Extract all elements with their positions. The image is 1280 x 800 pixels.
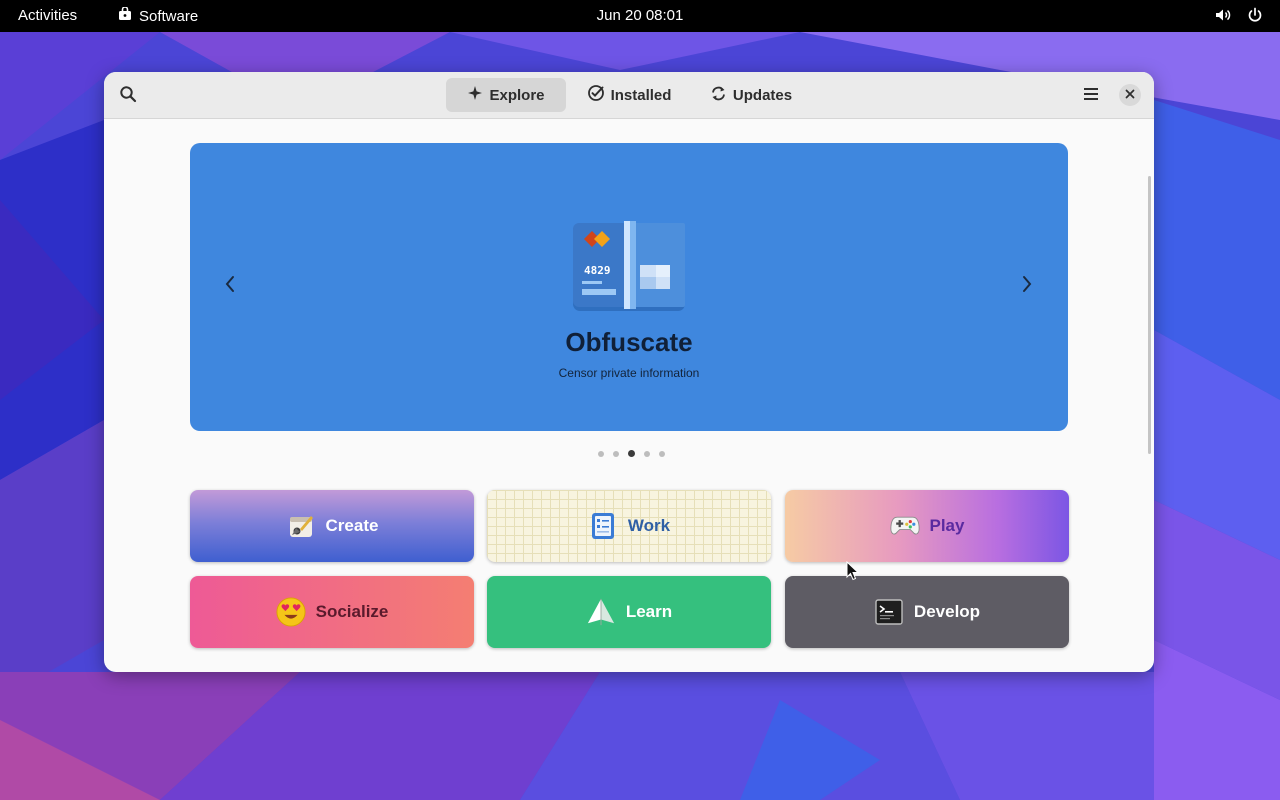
category-learn-label: Learn (625, 602, 673, 621)
sparkle-icon (467, 85, 483, 105)
carousel-dot[interactable] (598, 450, 604, 457)
create-icon (286, 511, 316, 541)
search-button[interactable] (112, 80, 144, 112)
clock-label[interactable]: Jun 20 08:01 (597, 7, 684, 24)
tab-explore-label: Explore (489, 86, 545, 104)
hamburger-menu-icon (1083, 87, 1099, 106)
chevron-left-icon (224, 275, 236, 298)
carousel-next-button[interactable] (1015, 273, 1039, 299)
close-icon (1125, 86, 1135, 104)
category-socialize[interactable]: Socialize (190, 576, 474, 648)
top-bar: Activities Software Jun 20 08:01 (0, 0, 1280, 32)
work-icon (588, 511, 618, 541)
tab-installed[interactable]: Installed (568, 78, 690, 112)
category-develop[interactable]: Develop (785, 576, 1069, 648)
category-learn[interactable]: Learn (487, 576, 771, 648)
tab-updates-label: Updates (732, 86, 793, 104)
carousel-previous-button[interactable] (218, 273, 242, 299)
featured-app-banner[interactable]: 4829 Obfuscate Censor private informatio… (190, 143, 1068, 431)
obfuscate-icon-number: 4829 (584, 264, 611, 277)
gamepad-icon (889, 511, 920, 541)
category-socialize-label: Socialize (315, 602, 389, 621)
carousel-dot[interactable] (644, 450, 650, 457)
carousel-dot-active[interactable] (628, 450, 635, 457)
explore-page: 4829 Obfuscate Censor private informatio… (104, 120, 1154, 672)
header-bar: Explore Installed Updates (104, 72, 1154, 119)
search-icon (119, 85, 137, 108)
carousel-dots (598, 450, 665, 457)
system-status-area[interactable] (1214, 6, 1264, 28)
category-play[interactable]: Play (785, 490, 1069, 562)
clock: Jun 20 08:01 (0, 7, 1280, 24)
category-work[interactable]: Work (487, 490, 771, 562)
terminal-icon (874, 597, 904, 627)
category-create[interactable]: Create (190, 490, 474, 562)
tab-installed-label: Installed (610, 86, 672, 104)
category-play-label: Play (929, 516, 965, 535)
category-work-label: Work (627, 516, 671, 535)
smiley-icon (276, 597, 306, 627)
refresh-icon (710, 85, 727, 106)
chevron-right-icon (1021, 275, 1033, 298)
carousel-dot[interactable] (613, 450, 619, 457)
learn-icon (586, 597, 616, 627)
software-window: Explore Installed Updates 4829 Obfuscate… (104, 72, 1154, 672)
power-icon[interactable] (1246, 6, 1264, 28)
scrollbar[interactable] (1148, 176, 1151, 454)
featured-app-name: Obfuscate (565, 327, 693, 357)
tab-explore[interactable]: Explore (446, 78, 566, 112)
check-circle-icon (587, 84, 605, 106)
mouse-pointer-icon (846, 561, 860, 581)
carousel-dot[interactable] (659, 450, 665, 457)
volume-icon[interactable] (1214, 6, 1232, 28)
view-switcher: Explore Installed Updates (446, 78, 810, 112)
category-develop-label: Develop (913, 602, 981, 621)
tab-updates[interactable]: Updates (692, 78, 810, 112)
featured-app-description: Censor private information (558, 366, 700, 380)
close-button[interactable] (1119, 84, 1141, 106)
category-create-label: Create (325, 516, 379, 535)
main-menu-button[interactable] (1075, 80, 1107, 112)
obfuscate-app-icon: 4829 (570, 219, 690, 315)
